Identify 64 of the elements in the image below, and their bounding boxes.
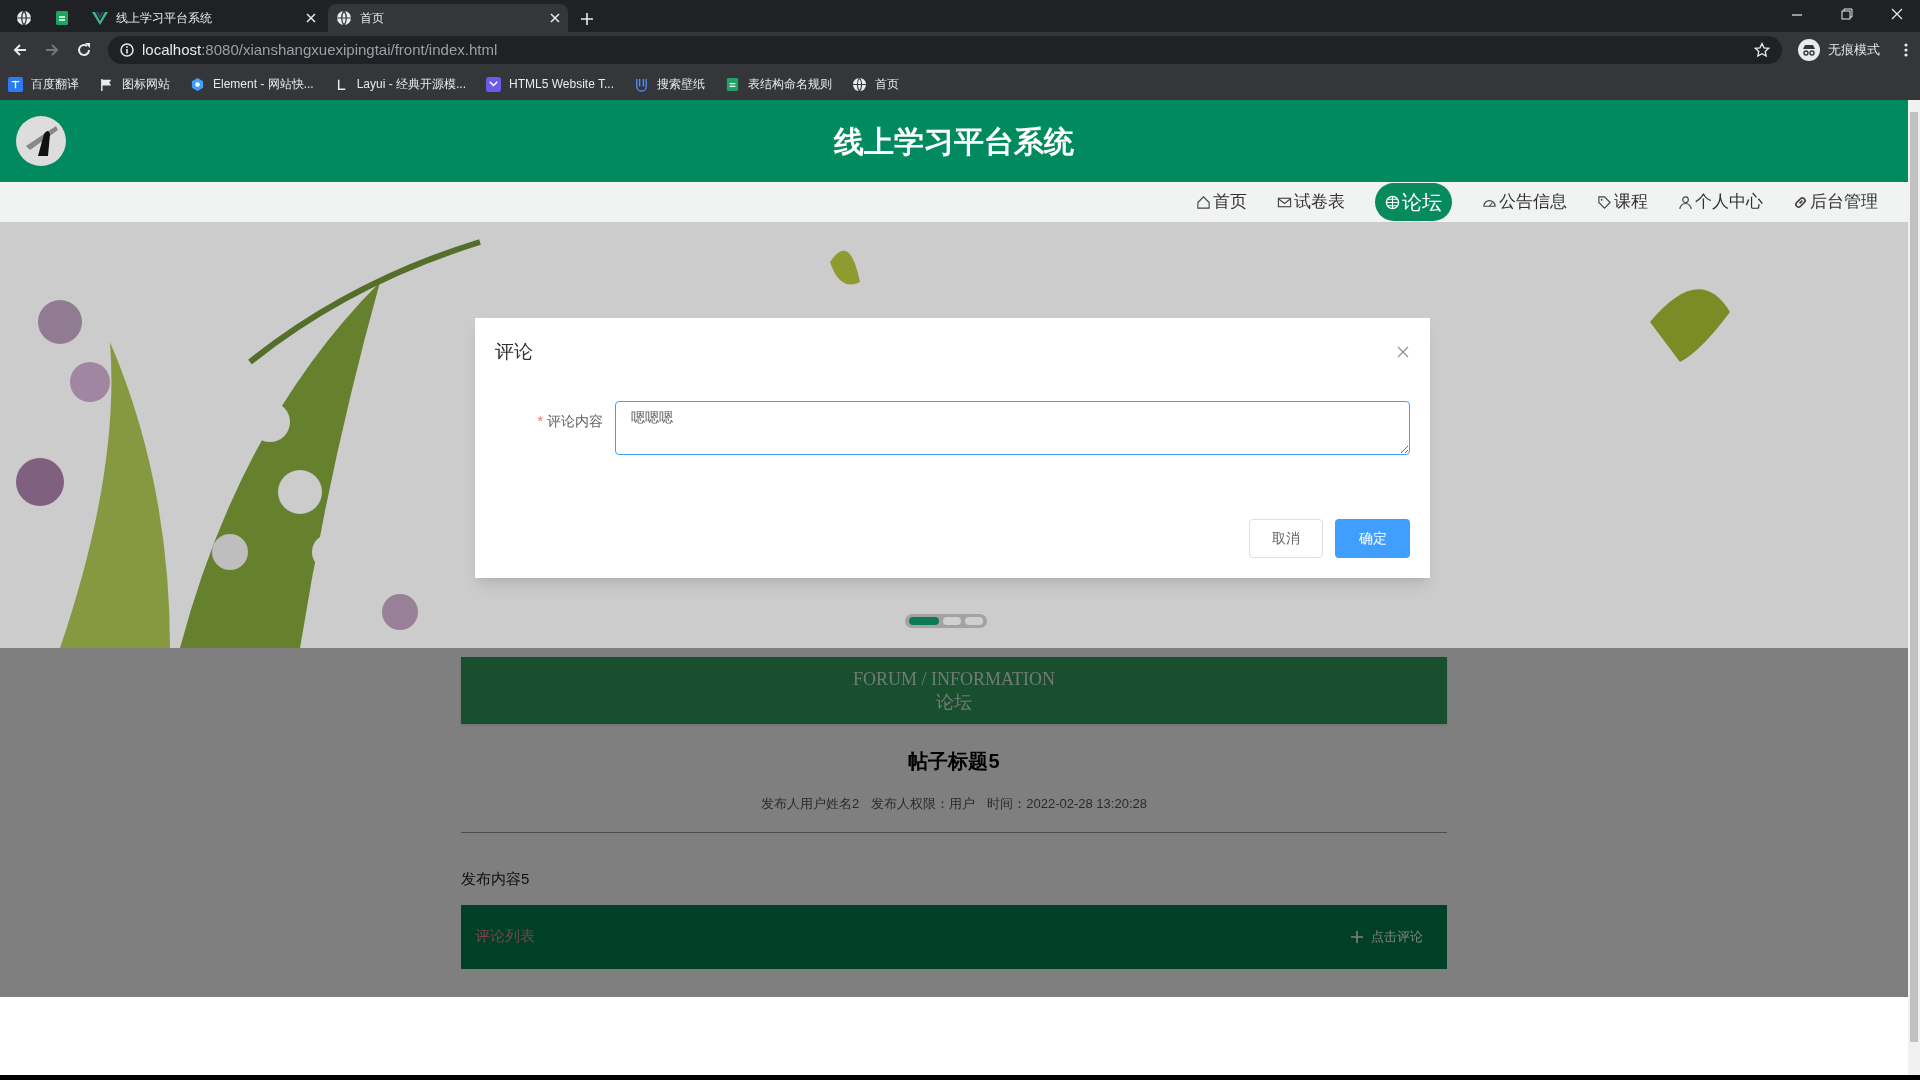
info-icon [120,43,134,57]
translate-icon [8,76,23,92]
required-mark: * [537,411,543,431]
address-bar[interactable]: localhost:8080/xianshangxuexipingtai/front/index.html [108,36,1782,64]
post-meta: 发布人用户姓名2 [761,795,860,813]
hexagon-icon [190,76,205,92]
comment-input[interactable]: 嗯嗯嗯 [615,400,1410,455]
bookmark-link[interactable]: 百度翻译 [8,75,79,93]
link-icon [1793,194,1808,210]
home-icon [1196,194,1211,210]
bookmark-link[interactable]: Element - 网站快... [190,75,314,93]
menu-icon[interactable] [1904,43,1908,57]
u-shape-icon [634,76,649,92]
incognito-icon [1798,39,1820,61]
forward-icon[interactable] [44,42,60,58]
post-content: 发布内容5 [461,869,530,887]
section-subtitle: FORUM / INFORMATION [853,668,1055,691]
post-meta: 时间：2022-02-28 13:20:28 [987,795,1147,813]
new-tab-icon[interactable] [580,12,594,26]
nav-link[interactable]: 课程 [1597,189,1648,215]
cancel-button[interactable]: 取消 [1249,518,1323,558]
reload-icon[interactable] [76,42,92,58]
nav-link[interactable]: 试卷表 [1277,189,1345,215]
flag-icon [99,76,114,92]
bookmark-link[interactable]: 表结构命名规则 [725,75,832,93]
back-icon[interactable] [12,42,28,58]
bookmark-link[interactable]: HTML5 Website T... [486,75,614,93]
bookmark-link[interactable]: 图标网站 [99,75,170,93]
profile-chip[interactable]: 无痕模式 [1798,39,1888,61]
nav-link[interactable]: 论坛 [1375,183,1452,221]
globe-icon [852,76,867,92]
dialog-title: 评论 [495,340,533,364]
vue-logo-icon [92,10,108,26]
globe-icon [1385,194,1400,210]
url-text: localhost:8080/xianshangxuexipingtai/front/index.html [142,39,498,60]
plus-icon [1351,930,1363,943]
restore-icon[interactable] [1841,8,1853,20]
close-tab-icon[interactable] [306,13,316,23]
section-title: 论坛 [936,690,972,713]
field-label: 评论内容 [547,411,603,431]
site-logo [16,116,66,166]
star-icon[interactable] [1754,42,1770,58]
close-tab-icon[interactable] [550,13,560,23]
comments-heading: 评论列表 [475,926,535,947]
bookmark-link[interactable]: Layui - 经典开源模... [333,75,467,93]
bookmark-link[interactable]: 首页 [852,75,899,93]
nav-link[interactable]: 首页 [1196,189,1247,215]
post-meta: 发布人权限：用户 [871,795,976,813]
bookmark-link[interactable]: 搜索壁纸 [634,75,705,93]
globe-icon [336,10,352,26]
user-icon [1678,194,1693,210]
sheet-icon [54,10,70,26]
post-title: 帖子标题5 [908,749,1000,774]
nav-link[interactable]: 个人中心 [1678,189,1763,215]
globe-icon [16,10,32,26]
close-button[interactable] [1396,345,1410,360]
browser-tab[interactable]: 首页 [328,4,568,32]
sheet-icon [725,76,740,92]
nav-link[interactable]: 公告信息 [1482,189,1567,215]
browser-tab[interactable]: 线上学习平台系统 [84,4,324,32]
site-title: 线上学习平台系统 [834,123,1074,160]
tag-icon [1597,194,1612,210]
close-icon[interactable] [1891,8,1903,20]
nav-link[interactable]: 后台管理 [1793,189,1878,215]
